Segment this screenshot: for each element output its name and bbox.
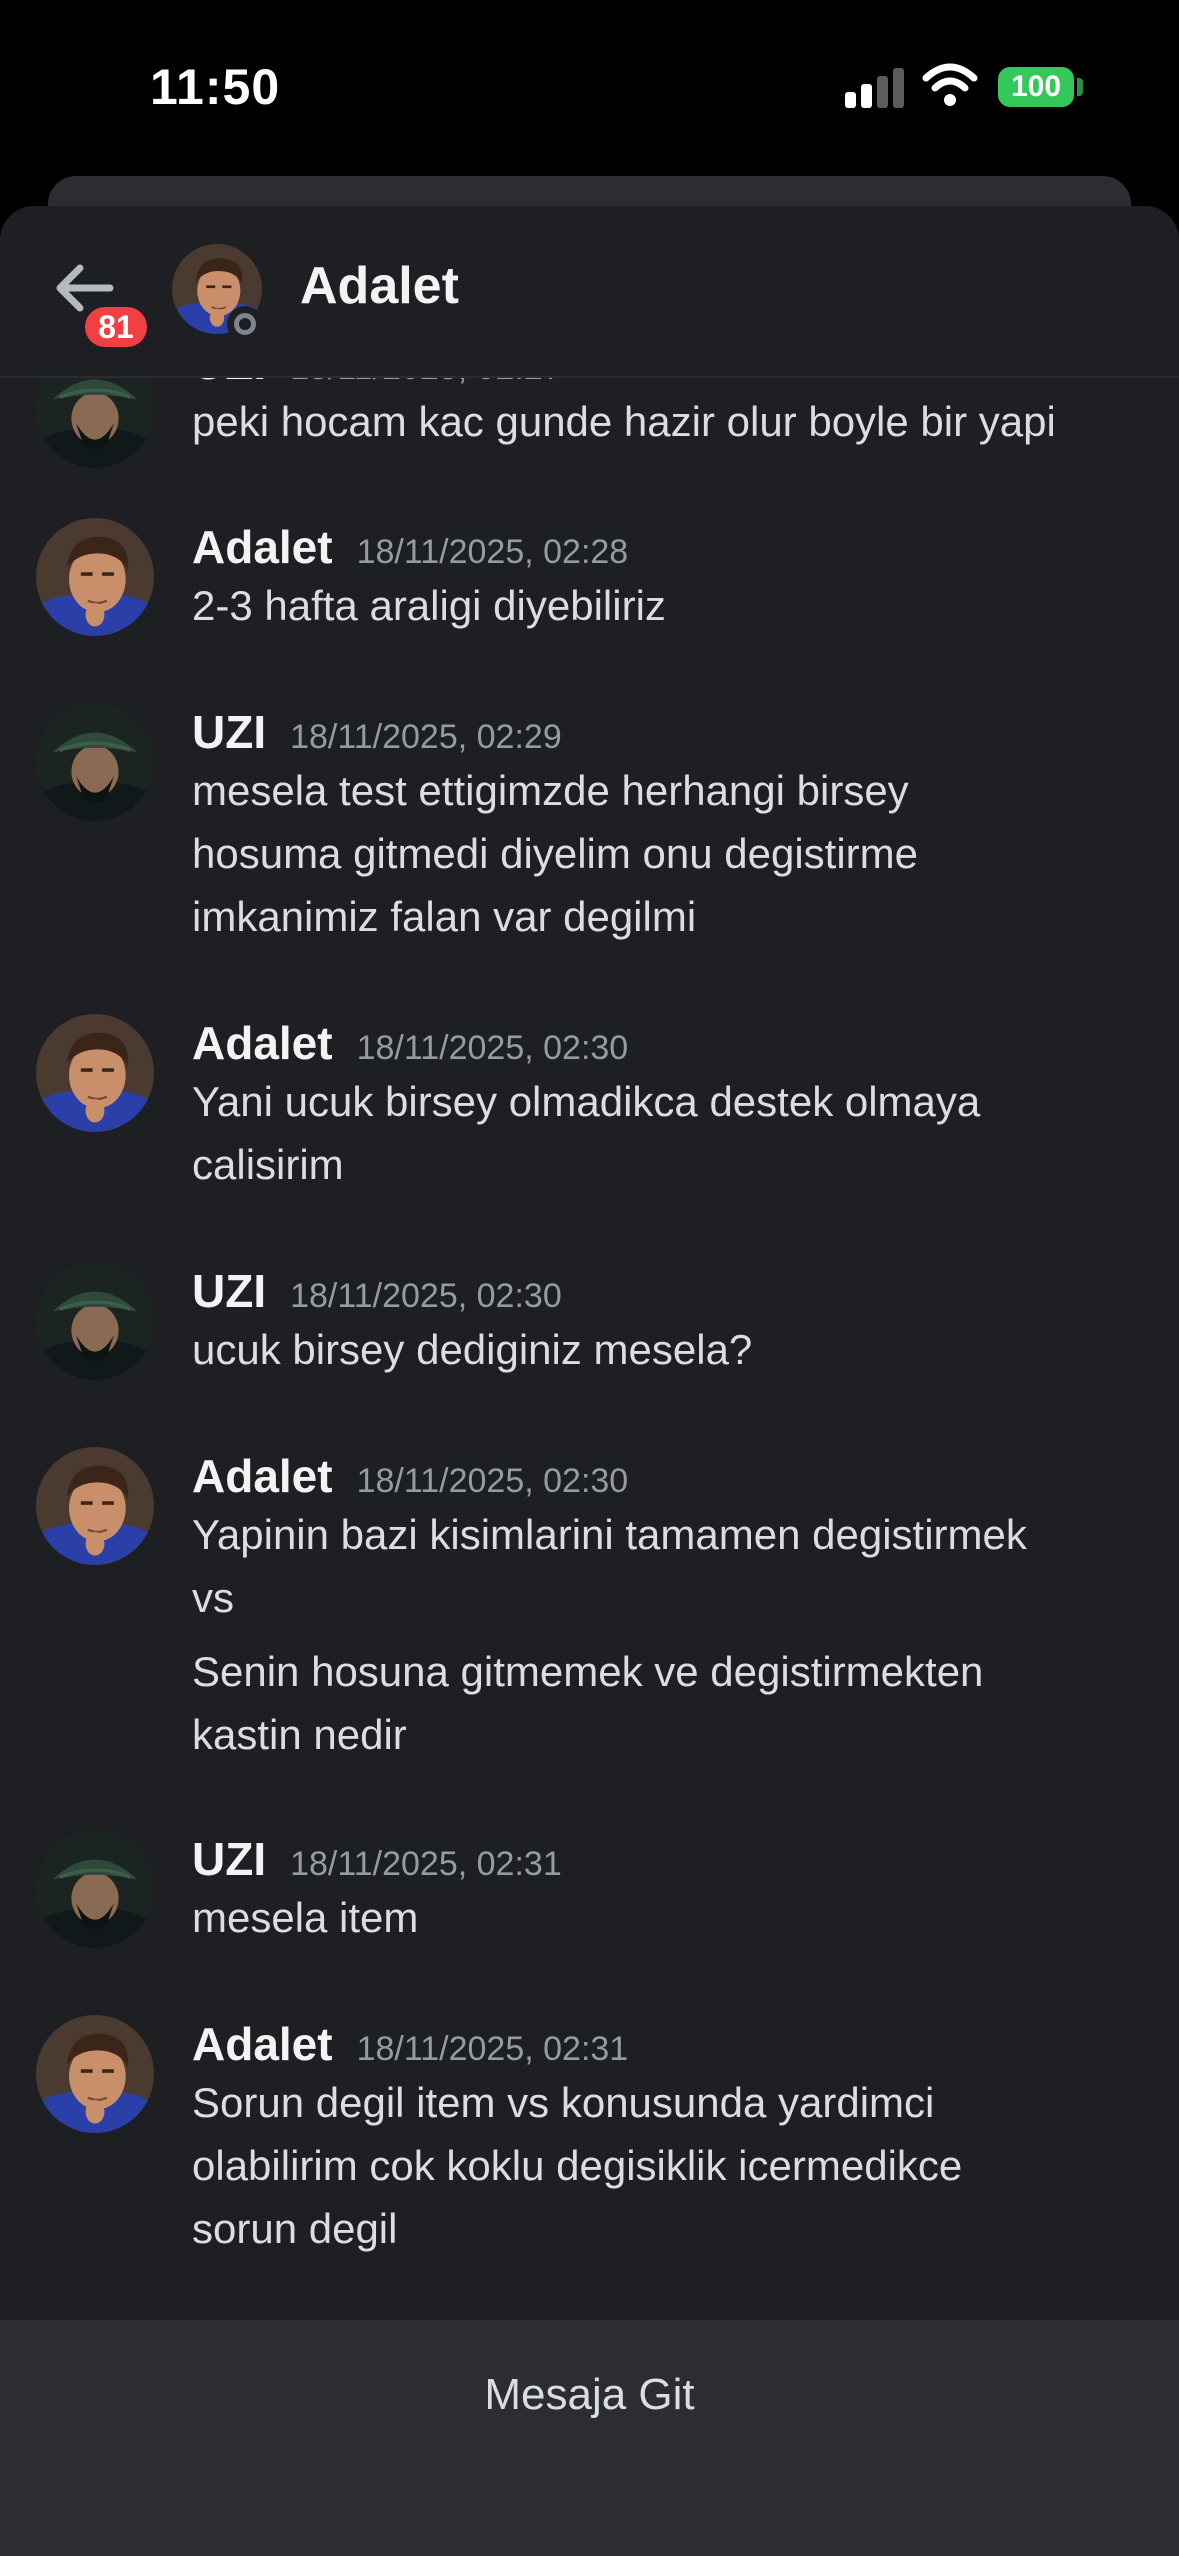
message-author[interactable]: Adalet [192, 521, 333, 573]
message-author[interactable]: UZI [192, 1833, 266, 1885]
message-timestamp: 18/11/2025, 02:30 [290, 1277, 562, 1315]
offline-status-icon [227, 306, 263, 342]
message-meta: Adalet 18/11/2025, 02:31 [192, 2017, 628, 2077]
message-text: imkanimiz falan var degilmi [192, 893, 697, 940]
message-timestamp: 18/11/2025, 02:31 [290, 1845, 562, 1883]
message-text: hosuma gitmedi diyelim onu degistirme [192, 830, 918, 877]
dm-header: 81 Adalet [0, 206, 1179, 378]
message-text: Yapinin bazi kisimlarini tamamen degisti… [192, 1511, 1027, 1558]
message-list: UZI18/11/2025, 02:27 peki hocam kac gund… [0, 206, 1179, 2326]
adalet-avatar[interactable] [36, 518, 154, 636]
message-text: olabilirim cok koklu degisiklik icermedi… [192, 2142, 963, 2189]
message-meta: UZI 18/11/2025, 02:29 [192, 705, 562, 765]
message-timestamp: 18/11/2025, 02:30 [356, 1029, 629, 1067]
message-text: mesela item [192, 1894, 419, 1941]
status-bar: 11:50 100 [0, 0, 1179, 175]
message-meta: UZI 18/11/2025, 02:31 [192, 1832, 562, 1892]
adalet-avatar[interactable] [36, 1014, 154, 1132]
battery-indicator: 100 [998, 67, 1074, 107]
message-text: mesela test ettigimzde herhangi birsey [192, 767, 909, 814]
message-author[interactable]: UZI [192, 1265, 266, 1317]
message-text: peki hocam kac gunde hazir olur boyle bi… [192, 398, 1056, 445]
adalet-avatar[interactable] [36, 2015, 154, 2133]
conversation-title[interactable]: Adalet [300, 256, 459, 316]
message-text: vs [192, 1574, 234, 1621]
uzi-avatar[interactable] [36, 703, 154, 821]
message-meta: Adalet 18/11/2025, 02:30 [192, 1449, 628, 1509]
message-author[interactable]: Adalet [192, 1017, 333, 1069]
message-text: 2-3 hafta araligi diyebiliriz [192, 582, 666, 629]
message-meta: Adalet 18/11/2025, 02:30 [192, 1016, 628, 1076]
cellular-signal-icon [845, 68, 907, 108]
message-author[interactable]: UZI [192, 706, 266, 758]
message-text: ucuk birsey dediginiz mesela? [192, 1326, 753, 1373]
message-timestamp: 18/11/2025, 02:28 [356, 533, 629, 571]
jump-bar: Mesaja Git [0, 2320, 1179, 2556]
adalet-avatar[interactable] [36, 1447, 154, 1565]
message-text: Sorun degil item vs konusunda yardimci [192, 2079, 935, 2126]
message-timestamp: 18/11/2025, 02:30 [356, 1462, 629, 1500]
unread-count-badge: 81 [80, 302, 152, 352]
message-text: Yani ucuk birsey olmadikca destek olmaya [192, 1078, 981, 1125]
dm-sheet: UZI18/11/2025, 02:27 peki hocam kac gund… [0, 206, 1179, 2556]
wifi-icon [922, 63, 978, 106]
message-author[interactable]: Adalet [192, 2018, 333, 2070]
message-timestamp: 18/11/2025, 02:29 [290, 718, 562, 756]
message-text: kastin nedir [192, 1711, 407, 1758]
status-time: 11:50 [150, 59, 281, 115]
message-text: calisirim [192, 1141, 344, 1188]
message-text: sorun degil [192, 2205, 398, 2252]
message-timestamp: 18/11/2025, 02:31 [356, 2030, 629, 2068]
message-meta: Adalet 18/11/2025, 02:28 [192, 520, 628, 580]
message-meta: UZI 18/11/2025, 02:30 [192, 1264, 562, 1324]
message-text: Senin hosuna gitmemek ve degistirmekten [192, 1648, 984, 1695]
message-author[interactable]: Adalet [192, 1450, 333, 1502]
jump-to-message-button[interactable]: Mesaja Git [0, 2360, 1179, 2430]
battery-cap [1077, 78, 1083, 96]
uzi-avatar[interactable] [36, 1262, 154, 1380]
uzi-avatar[interactable] [36, 1830, 154, 1948]
